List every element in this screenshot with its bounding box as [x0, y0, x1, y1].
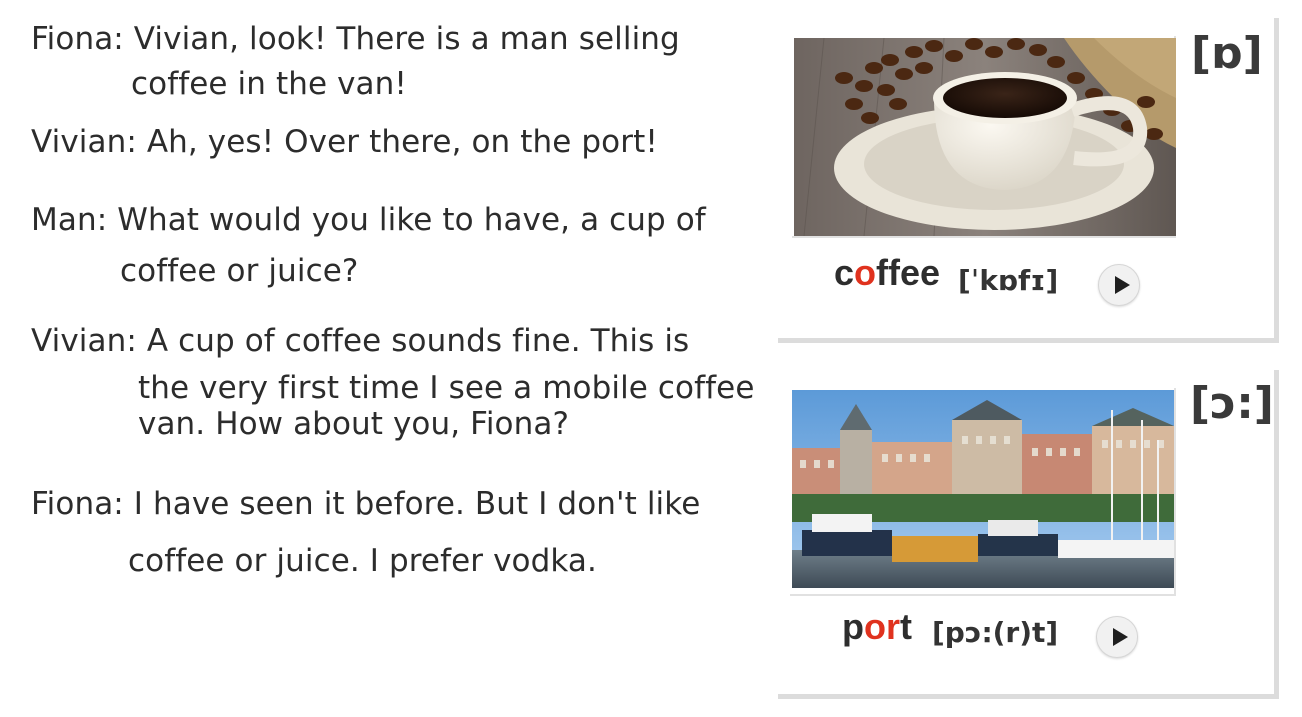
dialogue-line-man-1-cont: coffee or juice?	[120, 253, 359, 289]
dialogue-line-vivian-1: Vivian: Ah, yes! Over there, on the port…	[31, 124, 658, 160]
word-prefix: p	[842, 606, 864, 647]
dialogue-line-fiona-1: Fiona: Vivian, look! There is a man sell…	[31, 21, 680, 57]
vocab-word: port	[842, 606, 912, 648]
word-prefix: c	[834, 252, 855, 293]
word-highlight: o	[854, 252, 877, 293]
vocab-card-port: [ɔ:] port [pɔ:(r)t]	[778, 370, 1279, 699]
dialogue-line-fiona-2-cont: coffee or juice. I prefer vodka.	[128, 543, 597, 579]
ipa-transcription: [ˈkɒfɪ]	[958, 264, 1059, 297]
word-suffix: ffee	[876, 252, 941, 293]
word-highlight: or	[864, 606, 900, 647]
vocab-word: coffee	[834, 252, 940, 294]
dialogue-line-fiona-2: Fiona: I have seen it before. But I don'…	[31, 486, 701, 522]
dialogue-line-man-1: Man: What would you like to have, a cup …	[31, 202, 706, 238]
phoneme-label: [ɔ:]	[1190, 378, 1274, 429]
vocab-card-coffee: [ɒ] coffee [ˈkɒfɪ]	[778, 18, 1279, 343]
word-suffix: t	[900, 606, 912, 647]
dialogue-line-fiona-1-cont: coffee in the van!	[131, 66, 407, 102]
dialogue-line-vivian-2: Vivian: A cup of coffee sounds fine. Thi…	[31, 323, 690, 359]
harbor-port-photo	[792, 390, 1174, 588]
play-audio-button[interactable]	[1096, 616, 1138, 658]
dialogue-line-vivian-2-cont-a: the very first time I see a mobile coffe…	[138, 370, 755, 406]
ipa-transcription: [pɔ:(r)t]	[932, 616, 1059, 649]
play-audio-button[interactable]	[1098, 264, 1140, 306]
dialogue-line-vivian-2-cont-b: van. How about you, Fiona?	[138, 406, 569, 442]
phoneme-label: [ɒ]	[1191, 28, 1263, 79]
coffee-cup-photo	[794, 38, 1176, 236]
